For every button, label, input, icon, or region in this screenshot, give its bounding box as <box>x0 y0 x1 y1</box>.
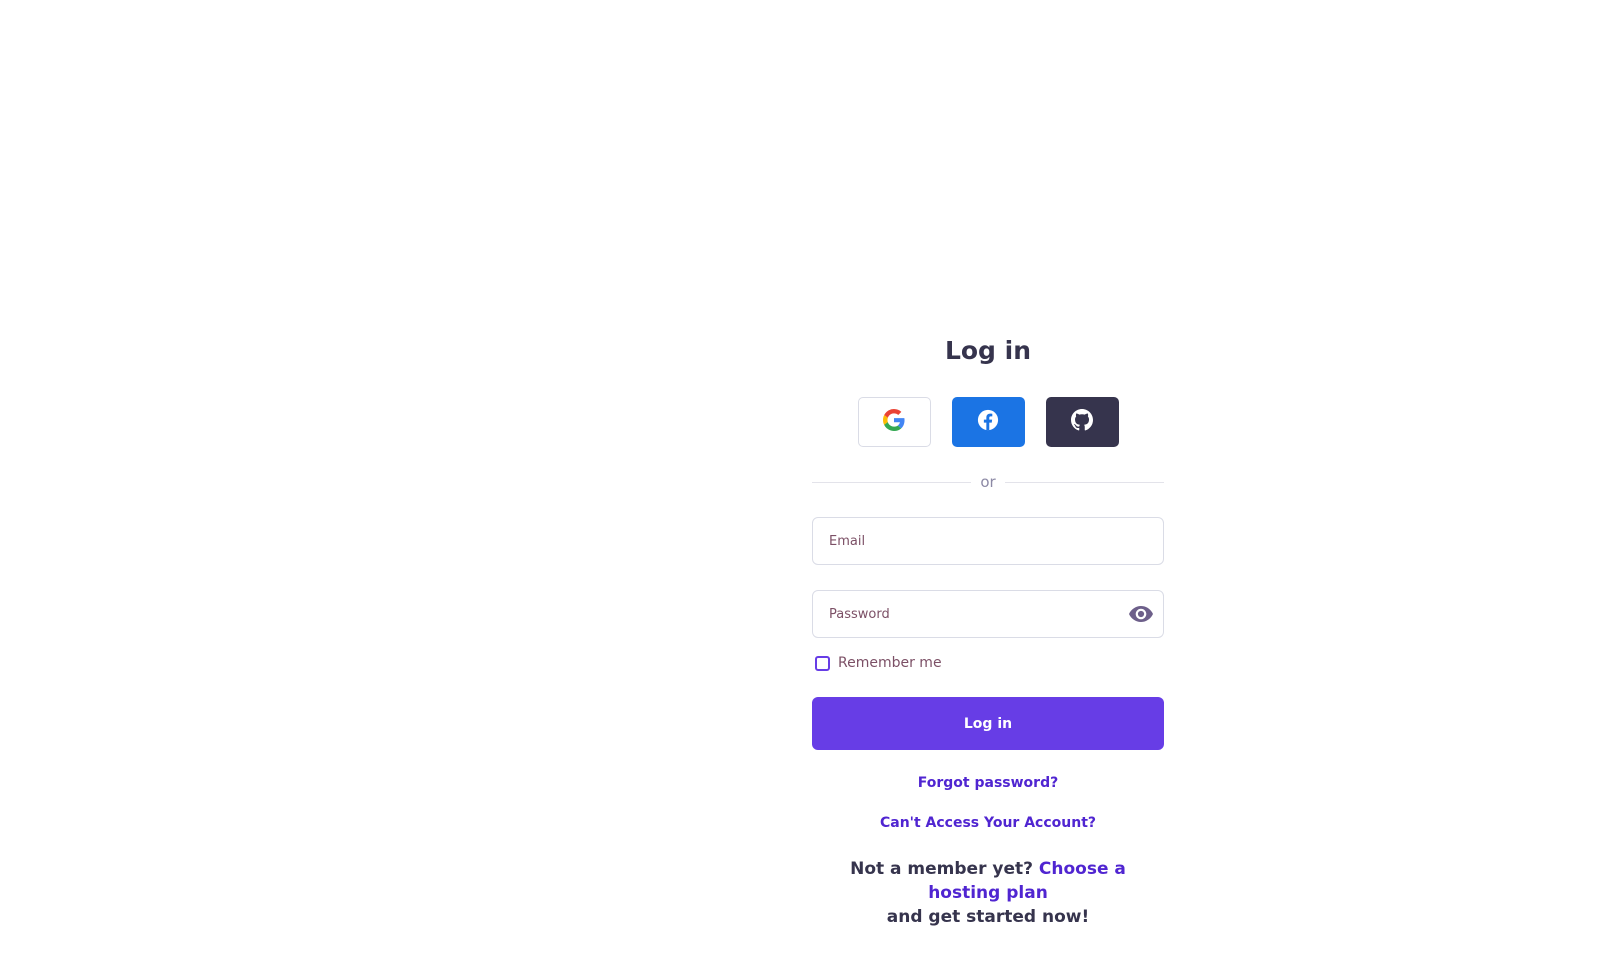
email-field-wrapper <box>812 517 1164 565</box>
page: Log in or Email Remember me Log in Forgo… <box>0 0 1614 953</box>
social-login-row <box>812 397 1164 447</box>
remember-me-row: Remember me <box>812 654 1164 672</box>
divider-line <box>1004 481 1165 483</box>
page-title: Log in <box>944 336 1032 365</box>
eye-icon[interactable] <box>1129 604 1153 624</box>
remember-me-label[interactable]: Remember me <box>838 655 942 671</box>
login-form: Log in or Email Remember me Log in Forgo… <box>812 330 1165 929</box>
password-field-wrapper <box>812 590 1164 638</box>
signup-suffix: and get started now! <box>886 907 1090 927</box>
github-icon <box>1071 409 1093 435</box>
email-input[interactable] <box>813 518 1109 564</box>
divider-text: or <box>980 473 996 491</box>
password-input[interactable] <box>813 591 1109 637</box>
divider-line <box>812 481 972 483</box>
google-icon <box>883 409 905 435</box>
forgot-password-link[interactable]: Forgot password? <box>812 775 1164 791</box>
remember-me-checkbox[interactable] <box>815 655 830 671</box>
facebook-icon <box>977 409 999 435</box>
facebook-login-button[interactable] <box>951 397 1025 447</box>
login-button[interactable]: Log in <box>812 697 1164 750</box>
signup-prompt: Not a member yet? Choose a hosting plan … <box>812 857 1164 929</box>
github-login-button[interactable] <box>1045 397 1119 447</box>
google-login-button[interactable] <box>857 397 931 447</box>
cant-access-account-link[interactable]: Can't Access Your Account? <box>812 815 1164 831</box>
or-divider: or <box>812 471 1165 493</box>
signup-prefix: Not a member yet? <box>850 859 1033 879</box>
